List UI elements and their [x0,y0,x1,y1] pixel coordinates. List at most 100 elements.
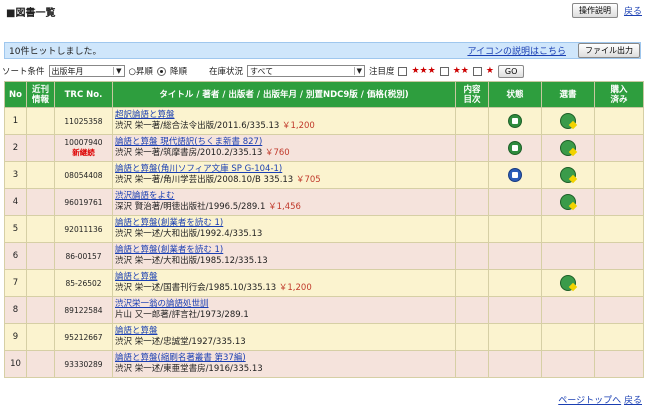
select-book-icon[interactable] [560,194,576,210]
book-title-link[interactable]: 論語と算盤 [115,326,158,336]
stock-label: 在庫状況 [208,67,243,77]
title-cell: 論語と算盤 渋沢 栄一述/国書刊行会/1985.10/335.13 ￥1,200 [112,269,456,297]
recent-cell [26,350,55,378]
book-detail: 渋沢 栄一述/大和出版/1992.4/335.13 [115,229,263,239]
attention-3-checkbox[interactable] [398,66,408,76]
table-row: 10 93330289 論語と算盤(縮刷名著叢書 第37編) 渋沢 栄一述/東亜堂書房… [4,350,644,378]
select-cell [541,269,595,297]
trc-number: 96019761 [64,197,103,207]
select-cell [541,296,595,324]
stars-2: ★★ [452,66,469,76]
row-number: 7 [4,269,27,297]
table-row: 3 08054408 論語と算盤(角川ソフィア文庫 SP G-104-1) 渋沢 栄一… [4,161,644,189]
trc-number: 92011136 [64,224,103,234]
row-number: 3 [4,161,27,189]
header-toc: 内容 目次 [455,81,489,108]
table-row: 6 86-00157 論語と算盤(創業者を読む 1) 渋沢 栄一述/大和出版/1985… [4,242,644,270]
recent-cell [26,134,55,162]
desc-radio[interactable] [156,66,166,76]
toc-cell [455,323,489,351]
library-order-icon[interactable] [508,168,522,182]
select-cell [541,107,595,135]
page-title: ■図書一覧 [6,8,56,19]
select-book-icon[interactable] [560,140,576,156]
manual-button[interactable]: 操作説明 [571,3,618,18]
book-price: ￥705 [295,175,321,185]
book-detail: 渋沢 栄一著/総合法令出版/2011.6/335.13 [115,121,280,131]
book-price: ￥1,456 [268,202,301,212]
book-title-link[interactable]: 論語と算盤(創業者を読む 1) [115,218,223,228]
book-title-link[interactable]: 論語と算盤 [115,272,158,282]
select-cell [541,323,595,351]
book-title-link[interactable]: 渋沢栄一翁の論語処世訓 [115,299,209,309]
select-cell [541,350,595,378]
book-detail: 渋沢 栄一著/筑摩書房/2010.2/335.13 [115,148,263,158]
recent-cell [26,215,55,243]
library-holding-icon[interactable] [508,141,522,155]
select-book-icon[interactable] [560,167,576,183]
hit-bar: 10件ヒットしました。 アイコンの説明はこちら ファイル出力 [4,42,641,59]
table-row: 5 92011136 論語と算盤(創業者を読む 1) 渋沢 栄一述/大和出版/1992… [4,215,644,243]
chevron-down-icon: ▼ [353,67,362,75]
select-book-icon[interactable] [560,275,576,291]
trc-number: 10007940 [64,138,103,147]
title-cell: 超訳論語と算盤 渋沢 栄一著/総合法令出版/2011.6/335.13 ￥1,20… [112,107,456,135]
book-price: ￥1,200 [281,121,315,131]
recent-cell [26,242,55,270]
sort-label: ソート条件 [2,67,45,77]
trc-cell: 95212667 [54,323,113,351]
go-button[interactable]: GO [497,64,525,78]
header-recent: 近刊 情報 [26,81,55,108]
book-title-link[interactable]: 論語と算盤(創業者を読む 1) [115,245,223,255]
back-link[interactable]: 戻る [624,4,642,17]
purchased-cell [594,107,644,135]
title-cell: 論語と算盤(創業者を読む 1) 渋沢 栄一述/大和出版/1992.4/335.13 [112,215,456,243]
trc-cell: 93330289 [54,350,113,378]
recent-cell [26,188,55,216]
title-cell: 論語と算盤(縮刷名著叢書 第37編) 渋沢 栄一述/東亜堂書房/1916/335.… [112,350,456,378]
bottom-back-link[interactable]: 戻る [624,396,642,406]
toc-cell [455,107,489,135]
status-cell [488,161,542,189]
status-cell [488,296,542,324]
trc-cell: 89122584 [54,296,113,324]
table-header-row: No 近刊 情報 TRC No. タイトル / 著者 / 出版者 / 出版年月 … [4,81,644,108]
page-top-link[interactable]: ページトップへ [558,396,621,406]
trc-cell: 85-26502 [54,269,113,297]
book-title-link[interactable]: 論語と算盤 現代語訳(ちくま新書 827) [115,137,262,147]
attention-2-checkbox[interactable] [439,66,449,76]
asc-option[interactable]: ○昇順 [129,65,153,77]
book-title-link[interactable]: 超訳論語と算盤 [115,110,175,120]
library-holding-icon[interactable] [508,114,522,128]
sort-bar: ソート条件 出版年月 ▼ ○昇順 降順 在庫状況 すべて ▼ 注目度 ★★★ ★★ … [2,64,642,78]
trc-number: 89122584 [64,305,103,315]
book-title-link[interactable]: 渋沢論語をよむ [115,191,175,201]
recent-cell [26,161,55,189]
purchased-cell [594,269,644,297]
table-row: 2 10007940 新継続 論語と算盤 現代語訳(ちくま新書 827) 渋沢 栄一著/… [4,134,644,162]
book-title-link[interactable]: 論語と算盤(縮刷名著叢書 第37編) [115,353,246,363]
file-output-button[interactable]: ファイル出力 [578,43,640,58]
status-cell [488,269,542,297]
stock-select[interactable]: すべて ▼ [246,65,365,77]
top-actions: 操作説明 戻る [571,3,642,18]
title-cell: 論語と算盤(創業者を読む 1) 渋沢 栄一述/大和出版/1985.12/335.1… [112,242,456,270]
purchased-cell [594,296,644,324]
header-purchased: 購入 済み [594,81,644,108]
recent-cell [26,269,55,297]
select-book-icon[interactable] [560,113,576,129]
row-number: 2 [4,134,27,162]
book-title-link[interactable]: 論語と算盤(角川ソフィア文庫 SP G-104-1) [115,164,282,174]
sort-select[interactable]: 出版年月 ▼ [48,65,125,77]
trc-number: 93330289 [64,359,103,369]
status-cell [488,134,542,162]
stars-3: ★★★ [411,66,436,76]
status-cell [488,107,542,135]
toc-cell [455,350,489,378]
icon-help-link[interactable]: アイコンの説明はこちら [467,44,566,57]
attention-1-checkbox[interactable] [472,66,482,76]
book-detail: 片山 又一郎著/評言社/1973/289.1 [115,310,249,320]
header-trc: TRC No. [54,81,113,108]
table-row: 9 95212667 論語と算盤 渋沢 栄一述/忠誠堂/1927/335.13 [4,323,644,351]
trc-cell: 86-00157 [54,242,113,270]
